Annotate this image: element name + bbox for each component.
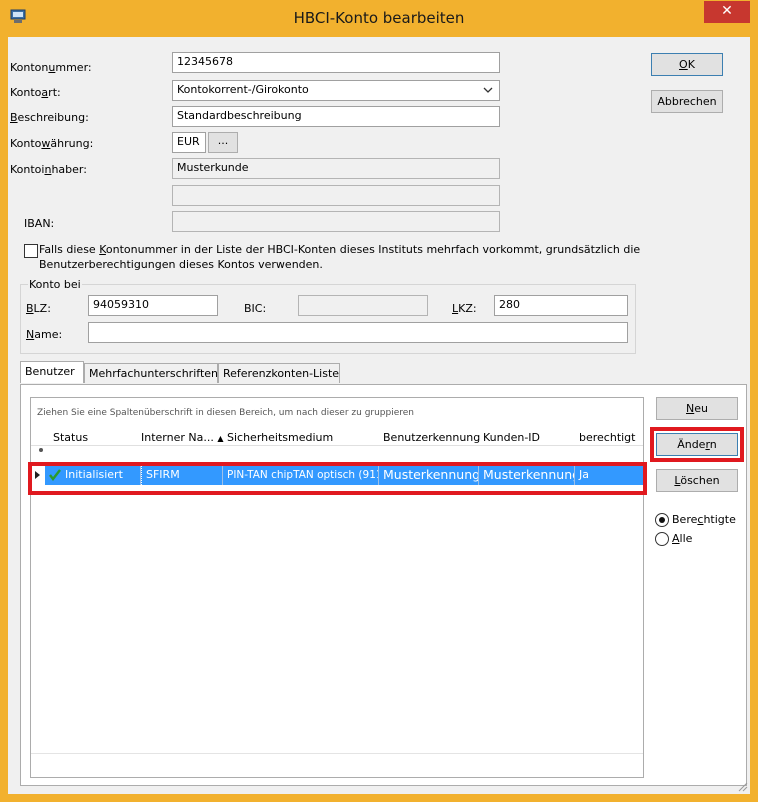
konto-bei-legend: Konto bei — [28, 278, 82, 291]
sort-ascending-icon: ▲ — [217, 434, 224, 443]
waehrung-input[interactable]: EUR — [172, 132, 206, 153]
radio-berechtigte[interactable] — [655, 513, 669, 527]
tab-strip: Benutzer Mehrfachunterschriften Referenz… — [20, 361, 640, 385]
tab-referenzkonten[interactable]: Referenzkonten-Liste — [218, 363, 340, 383]
iban-field — [172, 211, 500, 232]
name-input[interactable] — [88, 322, 628, 343]
kontoinhaber-field: Musterkunde — [172, 158, 500, 179]
grid-footer-divider — [31, 753, 643, 754]
abbrechen-button[interactable]: Abbrechen — [651, 90, 723, 113]
column-sicherheitsmedium[interactable]: Sicherheitsmedium — [227, 431, 333, 444]
dialog-content: Kontonummer: 12345678 Kontoart: Kontokor… — [8, 37, 750, 794]
dialog-window: HBCI-Konto bearbeiten ✕ Kontonummer: 123… — [0, 0, 758, 802]
user-grid[interactable]: Ziehen Sie eine Spaltenüberschrift in di… — [30, 397, 644, 778]
mehrfach-checkbox-label-line1: Falls diese Kontonummer in der Liste der… — [39, 243, 641, 256]
column-kunden-id[interactable]: Kunden-ID — [483, 431, 540, 444]
close-icon: ✕ — [721, 3, 733, 19]
chevron-down-icon — [483, 87, 493, 93]
radio-selected-dot — [659, 517, 665, 523]
ok-button[interactable]: OK — [651, 53, 723, 76]
waehrung-browse-button[interactable]: ... — [208, 132, 238, 153]
neu-button[interactable]: Neu — [656, 397, 738, 420]
tab-benutzer[interactable]: Benutzer — [20, 361, 84, 383]
beschreibung-input[interactable]: Standardbeschreibung — [172, 106, 500, 127]
group-hint: Ziehen Sie eine Spaltenüberschrift in di… — [37, 408, 415, 418]
filter-row-icon — [39, 448, 43, 452]
kontoinhaber-field-2 — [172, 185, 500, 206]
radio-berechtigte-label: Berechtigte — [672, 513, 736, 526]
bic-label: BIC: — [244, 302, 267, 315]
kontoart-select[interactable]: Kontokorrent-/Girokonto — [172, 80, 500, 101]
name-label: Name: — [26, 328, 63, 341]
blz-label: BLZ: — [26, 302, 51, 315]
row-highlight-box — [28, 462, 647, 495]
radio-alle[interactable] — [655, 532, 669, 546]
column-berechtigt[interactable]: berechtigt — [579, 431, 635, 444]
column-benutzerkennung[interactable]: Benutzerkennung — [383, 431, 480, 444]
bic-field — [298, 295, 428, 316]
tab-mehrfachunterschriften[interactable]: Mehrfachunterschriften — [84, 363, 218, 383]
title-bar[interactable]: HBCI-Konto bearbeiten ✕ — [0, 0, 758, 37]
loeschen-button[interactable]: Löschen — [656, 469, 738, 492]
radio-alle-label: Alle — [672, 532, 693, 545]
blz-input[interactable]: 94059310 — [88, 295, 218, 316]
resize-grip-icon[interactable] — [736, 780, 748, 792]
lkz-input[interactable]: 280 — [494, 295, 628, 316]
mehrfach-checkbox-label-line2: Benutzerberechtigungen dieses Kontos ver… — [39, 258, 323, 271]
beschreibung-label: Beschreibung: — [10, 111, 89, 124]
aendern-button[interactable]: Ändern — [656, 433, 738, 456]
kontonummer-input[interactable]: 12345678 — [172, 52, 500, 73]
lkz-label: LKZ: — [452, 302, 477, 315]
grid-header: Status Interner Na... ▲ Sicherheitsmediu… — [31, 425, 643, 446]
mehrfach-checkbox[interactable] — [24, 244, 38, 258]
waehrung-label: Kontowährung: — [10, 137, 94, 150]
close-button[interactable]: ✕ — [704, 1, 750, 23]
kontoart-label: Kontoart: — [10, 86, 61, 99]
iban-label: IBAN: — [24, 217, 55, 230]
column-interner-name[interactable]: Interner Na... ▲ — [141, 431, 224, 444]
column-status[interactable]: Status — [53, 431, 88, 444]
kontonummer-label: Kontonummer: — [10, 61, 92, 74]
kontoinhaber-label: Kontoinhaber: — [10, 163, 87, 176]
window-title: HBCI-Konto bearbeiten — [293, 9, 465, 27]
